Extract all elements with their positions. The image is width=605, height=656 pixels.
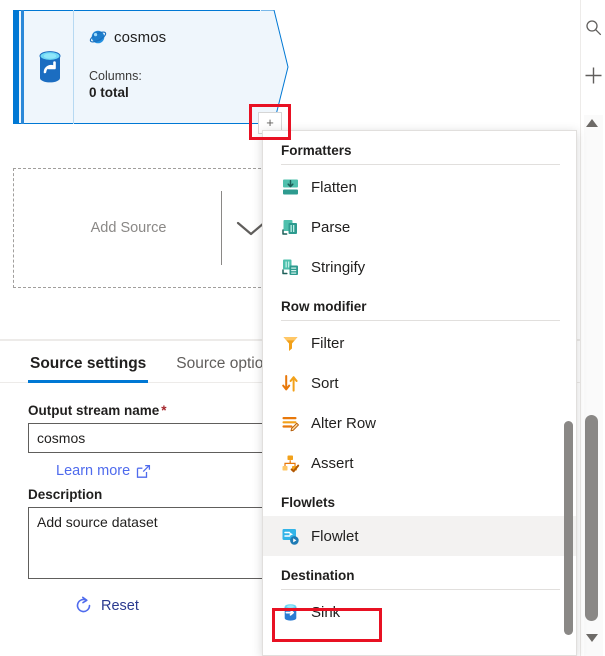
menu-item-label: Flowlet	[311, 527, 359, 545]
flyout-scroll-region: Formatters Flatten Parse Stringify Row m…	[263, 131, 576, 655]
flyout-scrollbar-thumb[interactable]	[564, 421, 573, 635]
group-heading-flowlets: Flowlets	[281, 495, 336, 510]
description-textarea[interactable]	[28, 507, 280, 579]
flowlet-icon	[282, 528, 299, 545]
sort-arrows-icon	[282, 374, 298, 392]
output-stream-name-label-text: Output stream name	[28, 403, 160, 418]
source-database-icon	[39, 51, 60, 83]
external-link-icon	[137, 464, 151, 478]
search-button[interactable]	[581, 10, 605, 44]
group-rule-formatters	[281, 164, 560, 165]
menu-item-label: Flatten	[311, 178, 357, 196]
menu-item-label: Stringify	[311, 258, 366, 276]
source-card-title: cosmos	[114, 28, 167, 46]
menu-item-sort[interactable]: Sort	[263, 363, 576, 403]
required-marker: *	[161, 403, 167, 418]
canvas-right-rail	[580, 0, 605, 656]
source-card-accent-stripe-inner	[21, 10, 24, 124]
plus-icon: +	[266, 114, 274, 130]
page-scrollbar-thumb[interactable]	[585, 415, 598, 621]
source-card-arrow-tip	[260, 10, 289, 124]
menu-item-label: Sort	[311, 374, 339, 392]
menu-item-label: Filter	[311, 334, 345, 352]
source-card-icon-column	[26, 10, 74, 124]
menu-item-alter-row[interactable]: Alter Row	[263, 403, 576, 443]
search-magnifier-icon	[586, 19, 602, 35]
group-rule-row-modifier	[281, 320, 560, 321]
menu-item-stringify[interactable]: Stringify	[263, 247, 576, 287]
add-source-placeholder[interactable]: Add Source	[13, 168, 281, 288]
menu-item-parse[interactable]: Parse	[263, 207, 576, 247]
tab-source-settings[interactable]: Source settings	[28, 355, 149, 383]
reset-circular-arrow-icon	[76, 596, 91, 613]
cosmos-db-icon	[89, 30, 107, 44]
source-card-columns-value: 0 total	[89, 85, 129, 100]
menu-item-label: Alter Row	[311, 414, 377, 432]
source-card-cosmos[interactable]: cosmos Columns: 0 total	[13, 10, 289, 124]
assert-icon	[282, 455, 300, 472]
menu-item-label: Sink	[311, 603, 341, 621]
menu-item-flowlet[interactable]: Flowlet	[263, 516, 576, 556]
menu-item-sink[interactable]: Sink	[263, 592, 576, 632]
reset-label: Reset	[101, 597, 139, 614]
sink-database-icon	[284, 603, 297, 621]
scroll-up-button[interactable]	[586, 119, 598, 127]
group-rule-destination	[281, 589, 560, 590]
scroll-down-button[interactable]	[586, 634, 598, 642]
learn-more-link[interactable]: Learn more	[56, 463, 130, 479]
menu-item-filter[interactable]: Filter	[263, 323, 576, 363]
group-heading-row-modifier: Row modifier	[281, 299, 367, 314]
source-card-content: cosmos Columns: 0 total	[83, 10, 261, 124]
source-card-accent-stripe	[13, 10, 19, 124]
group-heading-formatters: Formatters	[281, 143, 352, 158]
menu-item-label: Assert	[311, 454, 354, 472]
menu-item-assert[interactable]: Assert	[263, 443, 576, 483]
filter-funnel-icon	[283, 336, 298, 351]
source-card-columns-label: Columns:	[89, 69, 142, 83]
flatten-icon	[283, 179, 298, 194]
add-step-flyout-menu[interactable]: Formatters Flatten Parse Stringify Row m…	[262, 130, 577, 656]
parse-icon	[282, 219, 297, 235]
plus-icon	[585, 67, 602, 83]
add-source-label: Add Source	[90, 220, 167, 236]
zoom-in-button[interactable]	[581, 58, 605, 92]
stringify-icon	[282, 259, 298, 275]
output-stream-name-input[interactable]	[28, 423, 280, 453]
menu-item-label: Parse	[311, 218, 351, 236]
app-root: cosmos Columns: 0 total + Add Source Sou…	[0, 0, 605, 656]
menu-item-flatten[interactable]: Flatten	[263, 167, 576, 207]
alter-row-icon	[282, 416, 299, 431]
group-heading-destination: Destination	[281, 568, 355, 583]
